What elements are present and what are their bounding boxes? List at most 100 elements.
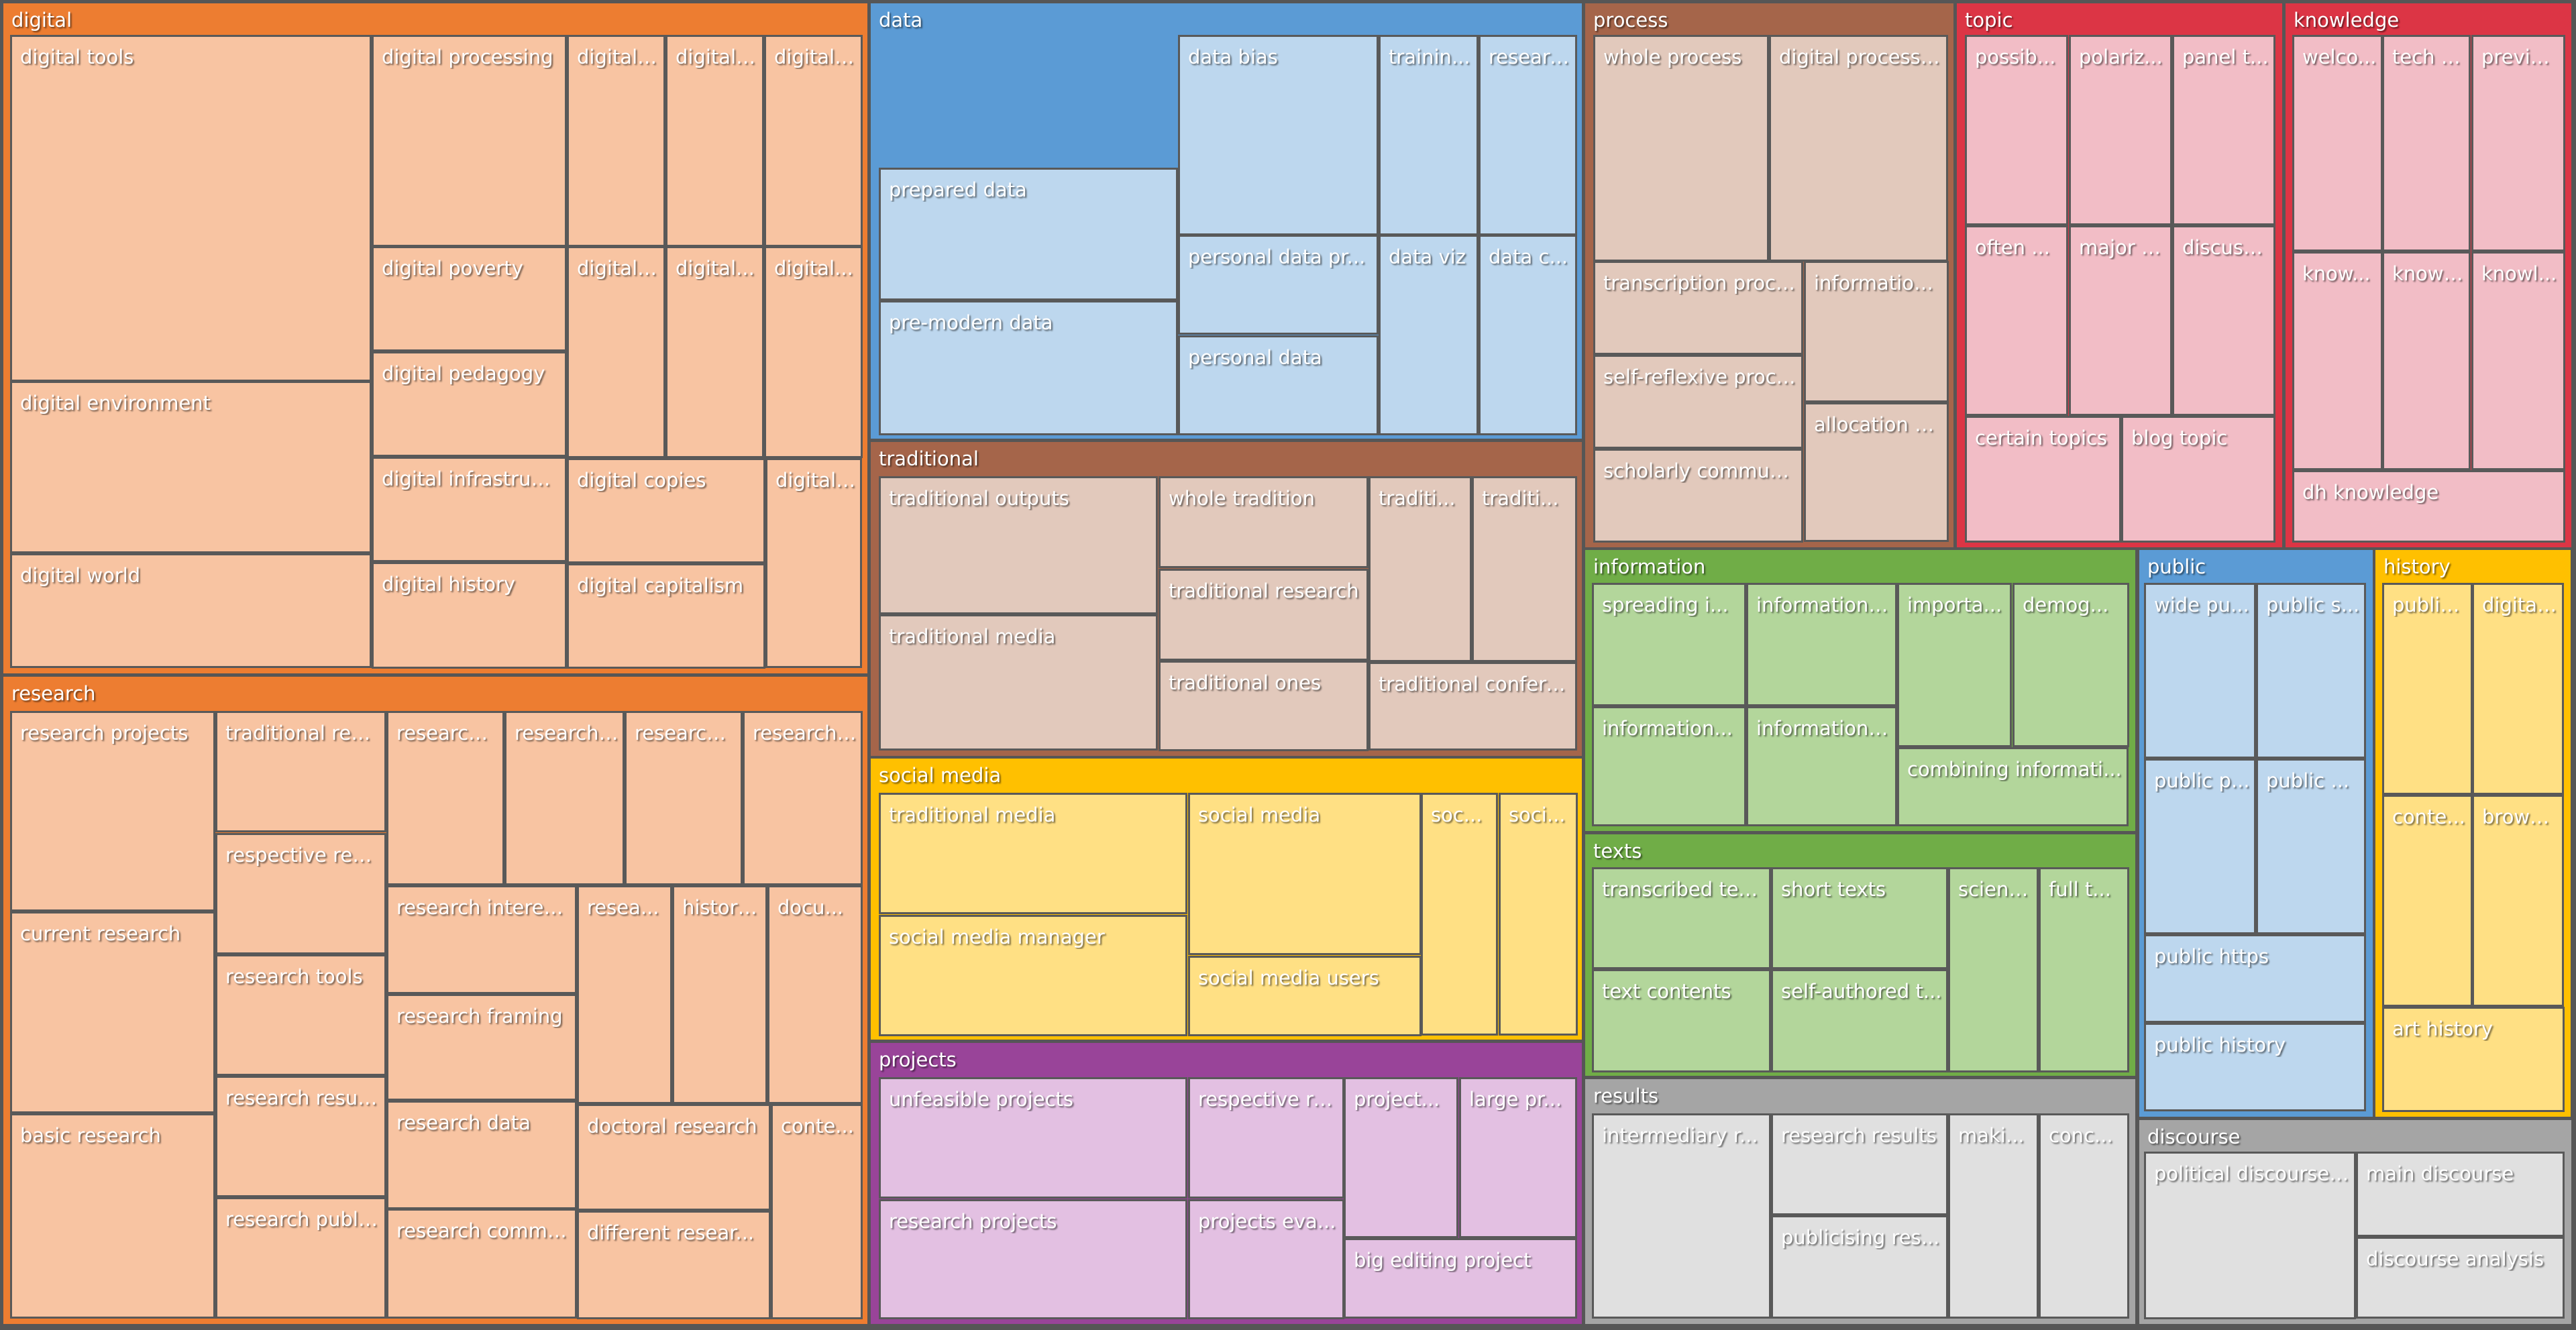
treemap-group-texts[interactable]: texts transcribed texts text contents short…	[1585, 834, 2135, 1076]
treemap-leaf[interactable]: digital pedagogy	[372, 351, 567, 457]
treemap-leaf[interactable]: conte...	[771, 1104, 863, 1319]
treemap-leaf[interactable]: public s...	[2256, 583, 2366, 759]
treemap-leaf[interactable]: conte...	[2382, 795, 2473, 1007]
treemap-leaf[interactable]: full t...	[2039, 867, 2129, 1072]
treemap-leaf[interactable]: research data	[386, 1101, 577, 1209]
treemap-leaf[interactable]: basic research	[10, 1113, 215, 1319]
treemap-leaf[interactable]: social media users	[1188, 956, 1421, 1036]
treemap-leaf[interactable]: scient...	[1948, 867, 2039, 1072]
treemap-leaf[interactable]: current research	[10, 911, 215, 1113]
treemap-leaf[interactable]: information...	[1592, 706, 1746, 826]
treemap-leaf[interactable]: pre-modern data	[879, 300, 1178, 435]
treemap-leaf[interactable]: digital poverty	[372, 246, 567, 351]
treemap-leaf[interactable]: discourse analysis	[2356, 1237, 2565, 1319]
treemap-leaf[interactable]: main discourse	[2356, 1152, 2565, 1237]
treemap-leaf[interactable]: wide pu...	[2144, 583, 2256, 759]
treemap-group-social-media[interactable]: social media traditional media social medi…	[871, 759, 1582, 1040]
treemap-leaf[interactable]: data c...	[1479, 235, 1577, 435]
treemap-leaf[interactable]: social media	[1188, 793, 1421, 955]
treemap-leaf[interactable]: intermediary r...	[1592, 1113, 1771, 1319]
treemap-group-public[interactable]: public wide pu... public s... public p... pu…	[2139, 550, 2373, 1117]
treemap-leaf[interactable]: researc...	[1479, 35, 1577, 235]
treemap-leaf[interactable]: tech k...	[2382, 35, 2471, 252]
treemap-leaf[interactable]: knowl...	[2382, 252, 2471, 470]
treemap-leaf[interactable]: prepared data	[879, 168, 1178, 300]
treemap-leaf[interactable]: trainin...	[1379, 35, 1479, 235]
treemap-leaf[interactable]: often ...	[1965, 225, 2068, 416]
treemap-leaf[interactable]: panel t...	[2172, 35, 2275, 225]
treemap-leaf[interactable]: maki...	[1948, 1113, 2039, 1319]
treemap-leaf[interactable]: research ...	[625, 711, 743, 885]
treemap-leaf[interactable]: digital...	[2472, 583, 2564, 795]
treemap-leaf[interactable]: traditional media	[879, 793, 1187, 914]
treemap-leaf[interactable]: digital processing	[372, 35, 567, 247]
treemap-leaf[interactable]: digital...	[764, 246, 863, 458]
treemap-leaf[interactable]: digital world	[10, 553, 372, 668]
treemap-leaf[interactable]: research projects	[10, 711, 215, 911]
treemap-leaf[interactable]: digital...	[665, 246, 764, 458]
treemap-leaf[interactable]: research results	[1771, 1113, 1948, 1215]
treemap-leaf[interactable]: data bias	[1178, 35, 1379, 235]
treemap-leaf[interactable]: traditional media	[879, 614, 1158, 751]
treemap-leaf[interactable]: political discourse ...	[2144, 1152, 2356, 1319]
treemap-leaf[interactable]: conc...	[2039, 1113, 2129, 1319]
treemap-leaf[interactable]: previo...	[2471, 35, 2565, 252]
treemap-leaf[interactable]: digital processi...	[1769, 35, 1948, 262]
treemap-leaf[interactable]: public history	[2144, 1023, 2366, 1111]
treemap-leaf[interactable]: respective rese...	[215, 833, 386, 954]
treemap-leaf[interactable]: public p...	[2144, 759, 2256, 934]
treemap-leaf[interactable]: research interests	[386, 885, 577, 994]
treemap-leaf[interactable]: information ...	[1746, 706, 1897, 826]
treemap-leaf[interactable]: public https	[2144, 934, 2366, 1023]
treemap-leaf[interactable]: research publis...	[215, 1197, 386, 1319]
treemap-leaf[interactable]: traditional research	[1159, 569, 1368, 661]
treemap-group-information[interactable]: information spreading i... information ...…	[1585, 550, 2135, 831]
treemap-leaf[interactable]: text contents	[1592, 969, 1771, 1072]
treemap-leaf[interactable]: personal data pr...	[1178, 235, 1379, 335]
treemap-leaf[interactable]: short texts	[1771, 867, 1948, 969]
treemap-leaf[interactable]: resea...	[577, 885, 672, 1104]
treemap-leaf[interactable]: research j...	[743, 711, 863, 885]
treemap-leaf[interactable]: docu...	[767, 885, 863, 1104]
treemap-group-knowledge[interactable]: knowledge welco... tech k... previo... know.…	[2286, 3, 2571, 547]
treemap-leaf[interactable]: whole process	[1593, 35, 1769, 262]
treemap-leaf[interactable]: digital ...	[567, 246, 665, 458]
treemap-leaf[interactable]: demog...	[2012, 583, 2129, 747]
treemap-leaf[interactable]: traditi...	[1472, 476, 1577, 662]
treemap-leaf[interactable]: importa...	[1897, 583, 2012, 747]
treemap-leaf[interactable]: transcription process	[1593, 261, 1803, 355]
treemap-leaf[interactable]: knowl...	[2471, 252, 2565, 470]
treemap-leaf[interactable]: digital infrastruct...	[372, 457, 567, 562]
treemap-leaf[interactable]: large pr...	[1459, 1077, 1577, 1238]
treemap-leaf[interactable]: possib...	[1965, 35, 2068, 225]
treemap-leaf[interactable]: digital environment	[10, 381, 372, 553]
treemap-leaf[interactable]: self-authored t...	[1771, 969, 1948, 1072]
treemap-leaf[interactable]: traditional ones	[1159, 661, 1368, 751]
treemap-leaf[interactable]: information ...	[1746, 583, 1897, 706]
treemap-leaf[interactable]: research ...	[504, 711, 625, 885]
treemap-leaf[interactable]: digital history	[372, 562, 567, 669]
treemap-leaf[interactable]: personal data	[1178, 335, 1379, 435]
treemap-leaf[interactable]: social media manager	[879, 915, 1187, 1036]
treemap-leaf[interactable]: polariz...	[2069, 35, 2172, 225]
treemap-leaf[interactable]: traditi...	[1368, 476, 1472, 662]
treemap-group-process[interactable]: process whole process digital processi... t…	[1585, 3, 1953, 547]
treemap-leaf[interactable]: doctoral research	[577, 1104, 771, 1211]
treemap-leaf[interactable]: soci...	[1499, 793, 1578, 1036]
treemap-leaf[interactable]: research framing	[386, 994, 577, 1101]
treemap-leaf[interactable]: combining informati...	[1897, 747, 2129, 826]
treemap-leaf[interactable]: publicising res...	[1771, 1215, 1948, 1319]
treemap-group-results[interactable]: results intermediary r... research results…	[1585, 1079, 2135, 1324]
treemap-leaf[interactable]: whole tradition	[1159, 476, 1368, 568]
treemap-leaf[interactable]: data viz	[1379, 235, 1479, 435]
treemap-leaf[interactable]: different resear...	[577, 1211, 771, 1319]
treemap-leaf[interactable]: unfeasible projects	[879, 1077, 1187, 1199]
treemap-leaf[interactable]: public ...	[2256, 759, 2366, 934]
treemap-leaf[interactable]: major t...	[2069, 225, 2172, 416]
treemap-group-discourse[interactable]: discourse political discourse ... main dis…	[2139, 1120, 2571, 1324]
treemap-leaf[interactable]: research projects	[879, 1199, 1187, 1319]
treemap-leaf[interactable]: digital ...	[567, 35, 665, 247]
treemap-leaf[interactable]: research ...	[386, 711, 504, 885]
treemap-leaf[interactable]: public...	[2382, 583, 2473, 795]
treemap-leaf[interactable]: transcribed texts	[1592, 867, 1771, 969]
